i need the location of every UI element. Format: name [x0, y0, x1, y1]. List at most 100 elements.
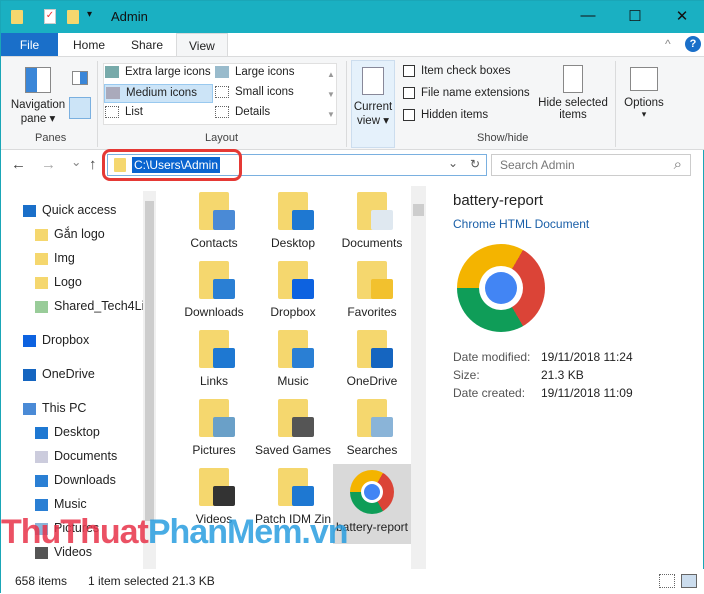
- search-placeholder: Search Admin: [500, 158, 575, 172]
- layout-extra-large-icons[interactable]: Extra large icons: [105, 66, 211, 78]
- collapse-ribbon-icon[interactable]: ^: [665, 37, 671, 51]
- file-name: Links: [199, 374, 228, 388]
- hide-selected-items-button[interactable]: Hide selected items: [535, 65, 611, 121]
- current-view-icon: [362, 67, 384, 95]
- date-modified: 19/11/2018 11:24: [541, 350, 633, 364]
- tab-view[interactable]: View: [176, 33, 228, 58]
- file-name-extensions-checkbox[interactable]: File name extensions: [403, 87, 530, 99]
- details-file-name: battery-report: [453, 192, 544, 209]
- details-pane-icon[interactable]: [69, 97, 91, 119]
- nav-item-music[interactable]: Music: [35, 493, 87, 515]
- folder-icon: [357, 261, 393, 299]
- scroll-thumb[interactable]: [145, 201, 154, 521]
- extra-large-icons-icon: [105, 66, 119, 78]
- nav-item-dropbox[interactable]: Dropbox: [23, 329, 89, 351]
- layout-details[interactable]: Details: [215, 106, 270, 118]
- new-folder-icon[interactable]: [67, 10, 79, 24]
- current-view-arrow: view ▾: [357, 115, 389, 127]
- nav-item-g-n-logo[interactable]: Gắn logo: [35, 223, 105, 245]
- file-item[interactable]: Downloads: [175, 261, 253, 319]
- close-button[interactable]: ✕: [667, 7, 697, 25]
- nav-item-shared-tech4lif[interactable]: Shared_Tech4Lif: [35, 295, 148, 317]
- nav-item-logo[interactable]: Logo: [35, 271, 82, 293]
- hide-selected-icon: [563, 65, 583, 93]
- file-item[interactable]: OneDrive: [333, 330, 411, 388]
- gallery-scroll[interactable]: ▲ ▼ ▼: [327, 65, 335, 125]
- nav-item-quick-access[interactable]: Quick access: [23, 199, 116, 221]
- up-button[interactable]: ↑: [89, 156, 97, 173]
- label: Hidden items: [421, 109, 489, 122]
- file-item[interactable]: Documents: [333, 192, 411, 250]
- help-icon[interactable]: ?: [685, 36, 701, 52]
- options-button[interactable]: Options ▾: [621, 67, 667, 120]
- list-icon: [105, 106, 119, 118]
- label: Size:: [453, 368, 480, 382]
- ribbon-tabs: File Home Share View ^ ?: [1, 33, 704, 58]
- label: Small icons: [235, 86, 294, 99]
- file-item[interactable]: Desktop: [254, 192, 332, 250]
- quick-access-dropdown-icon[interactable]: ▾: [87, 9, 92, 20]
- layout-large-icons[interactable]: Large icons: [215, 66, 294, 78]
- file-item[interactable]: Favorites: [333, 261, 411, 319]
- layout-group-label: Layout: [205, 132, 239, 144]
- folder-icon: [199, 468, 235, 506]
- minimize-button[interactable]: —: [573, 7, 603, 24]
- label: File name extensions: [421, 87, 530, 100]
- nav-item-desktop[interactable]: Desktop: [35, 421, 100, 443]
- status-bar: 658 items 1 item selected 21.3 KB: [1, 569, 704, 594]
- folder-icon: [11, 10, 23, 24]
- tab-file[interactable]: File: [1, 33, 58, 57]
- hidden-items-checkbox[interactable]: Hidden items: [403, 109, 488, 121]
- file-item[interactable]: Contacts: [175, 192, 253, 250]
- nav-item-onedrive[interactable]: OneDrive: [23, 363, 95, 385]
- navigation-pane-button[interactable]: Navigation pane ▾: [9, 99, 67, 125]
- scroll-thumb[interactable]: [413, 204, 424, 216]
- file-item[interactable]: Links: [175, 330, 253, 388]
- details-file-type: Chrome HTML Document: [453, 217, 590, 231]
- tab-home[interactable]: Home: [61, 33, 117, 57]
- nav-item-downloads[interactable]: Downloads: [35, 469, 116, 491]
- forward-button[interactable]: →: [41, 156, 56, 173]
- highlight-annotation: [102, 149, 242, 181]
- search-input[interactable]: Search Admin ⌕: [491, 154, 691, 176]
- nav-item-documents[interactable]: Documents: [35, 445, 117, 467]
- refresh-button[interactable]: ↻: [470, 157, 480, 171]
- tab-share[interactable]: Share: [119, 33, 175, 57]
- label: Img: [54, 251, 75, 265]
- address-dropdown[interactable]: ⌄: [448, 156, 458, 170]
- file-name: Searches: [346, 443, 398, 457]
- properties-icon[interactable]: ✓: [44, 9, 56, 24]
- label: OneDrive: [42, 367, 95, 381]
- checkbox-icon: [403, 65, 415, 77]
- label: Shared_Tech4Lif: [54, 299, 148, 313]
- file-item[interactable]: Music: [254, 330, 332, 388]
- folder-icon: [357, 330, 393, 368]
- nav-item-this-pc[interactable]: This PC: [23, 397, 86, 419]
- label: Options: [624, 97, 664, 109]
- file-item[interactable]: Dropbox: [254, 261, 332, 319]
- details-icon: [215, 106, 229, 118]
- file-scrollbar[interactable]: [411, 186, 426, 569]
- file-item[interactable]: Pictures: [175, 399, 253, 457]
- back-button[interactable]: ←: [11, 156, 26, 173]
- large-icons-view-icon[interactable]: [681, 574, 697, 588]
- layout-medium-icons[interactable]: Medium icons: [104, 84, 213, 103]
- item-check-boxes-checkbox[interactable]: Item check boxes: [403, 65, 510, 77]
- folder-icon: [357, 399, 393, 437]
- label: Medium icons: [126, 87, 197, 100]
- file-item[interactable]: Searches: [333, 399, 411, 457]
- layout-small-icons[interactable]: Small icons: [215, 86, 294, 98]
- maximize-button[interactable]: ☐: [620, 7, 650, 25]
- layout-list[interactable]: List: [105, 106, 143, 118]
- label: Documents: [54, 449, 118, 463]
- current-view-button[interactable]: Current view ▾: [351, 60, 395, 148]
- label: Date created:: [453, 386, 526, 400]
- file-name: Contacts: [190, 236, 238, 250]
- nav-item-img[interactable]: Img: [35, 247, 75, 269]
- details-view-icon[interactable]: [659, 574, 675, 588]
- folder-icon: [199, 192, 235, 230]
- date-created: 19/11/2018 11:09: [541, 386, 633, 400]
- preview-pane-icon[interactable]: [72, 71, 88, 85]
- file-item[interactable]: Saved Games: [254, 399, 332, 457]
- recent-locations-button[interactable]: ⌄: [71, 154, 81, 169]
